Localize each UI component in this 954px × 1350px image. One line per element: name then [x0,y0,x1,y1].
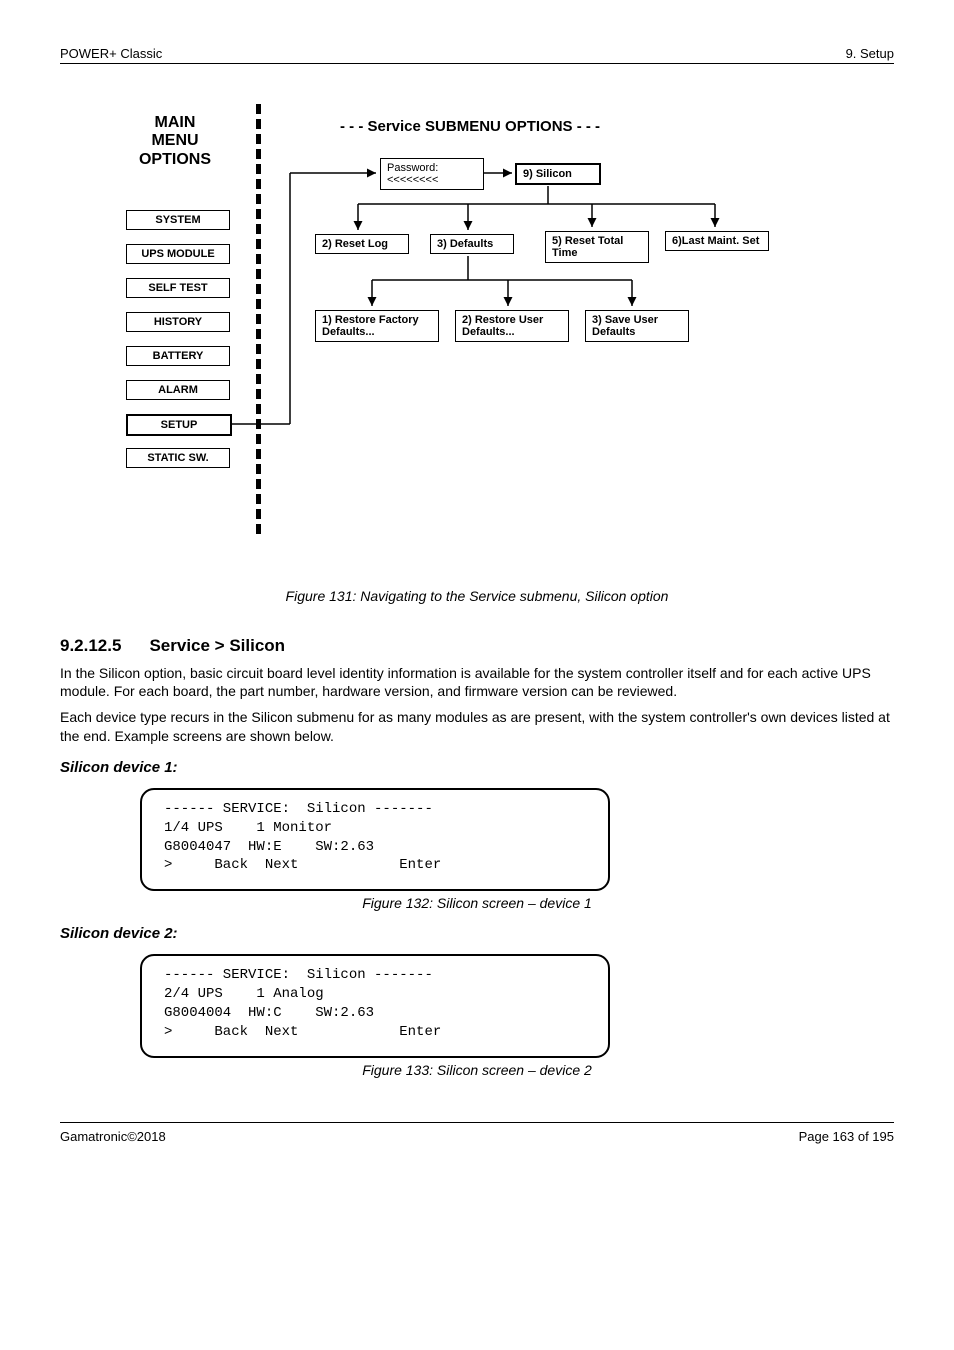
menu-item: STATIC SW. [126,448,230,468]
option-box: 2) Reset Log [315,234,409,254]
figure-caption: Figure 132: Silicon screen – device 1 [60,895,894,911]
option-box: 3) Defaults [430,234,514,254]
option-box: 1) Restore Factory Defaults... [315,310,439,342]
lcd-line: 1/4 UPS 1 Monitor [164,819,586,838]
device-label: Silicon device 2: [60,925,894,942]
section-number: 9.2.12.5 [60,636,121,656]
menu-item-active: SETUP [126,414,232,436]
menu-item: ALARM [126,380,230,400]
lcd-line: ------ SERVICE: Silicon ------- [164,966,586,985]
lcd-line: ------ SERVICE: Silicon ------- [164,800,586,819]
footer-right: Page 163 of 195 [799,1129,894,1144]
header-right: 9. Setup [846,46,894,61]
figure-caption: Figure 131: Navigating to the Service su… [60,588,894,604]
option-box: 5) Reset Total Time [545,231,649,263]
submenu-title: - - - Service SUBMENU OPTIONS - - - [340,118,600,135]
footer-rule [60,1122,894,1123]
option-box: 6)Last Maint. Set [665,231,769,251]
lcd-line: G8004047 HW:E SW:2.63 [164,838,586,857]
lcd-line: 2/4 UPS 1 Analog [164,985,586,1004]
menu-item: SYSTEM [126,210,230,230]
menu-item: BATTERY [126,346,230,366]
lcd-line: > Back Next Enter [164,856,586,875]
figure-caption: Figure 133: Silicon screen – device 2 [60,1062,894,1078]
menu-item: SELF TEST [126,278,230,298]
option-box: 3) Save User Defaults [585,310,689,342]
main-menu-title: MAIN MENU OPTIONS [120,114,230,169]
device-label: Silicon device 1: [60,759,894,776]
section-title: Service > Silicon [149,636,285,656]
lcd-line: > Back Next Enter [164,1023,586,1042]
password-box: Password: <<<<<<<< [380,158,484,190]
lcd-line: G8004004 HW:C SW:2.63 [164,1004,586,1023]
footer-left: Gamatronic©2018 [60,1129,166,1144]
lcd-screen: ------ SERVICE: Silicon ------- 1/4 UPS … [140,788,610,892]
section-heading: 9.2.12.5 Service > Silicon [60,618,894,656]
header-rule [60,63,894,64]
menu-item: HISTORY [126,312,230,332]
menu-diagram: MAIN MENU OPTIONS SYSTEM UPS MODULE SELF… [120,104,820,584]
paragraph: In the Silicon option, basic circuit boa… [60,664,894,700]
paragraph: Each device type recurs in the Silicon s… [60,708,894,744]
menu-item: UPS MODULE [126,244,230,264]
divider-vertical-dashed [256,104,261,534]
lcd-screen: ------ SERVICE: Silicon ------- 2/4 UPS … [140,954,610,1058]
silicon-box: 9) Silicon [515,163,601,185]
header-left: POWER+ Classic [60,46,162,61]
option-box: 2) Restore User Defaults... [455,310,569,342]
